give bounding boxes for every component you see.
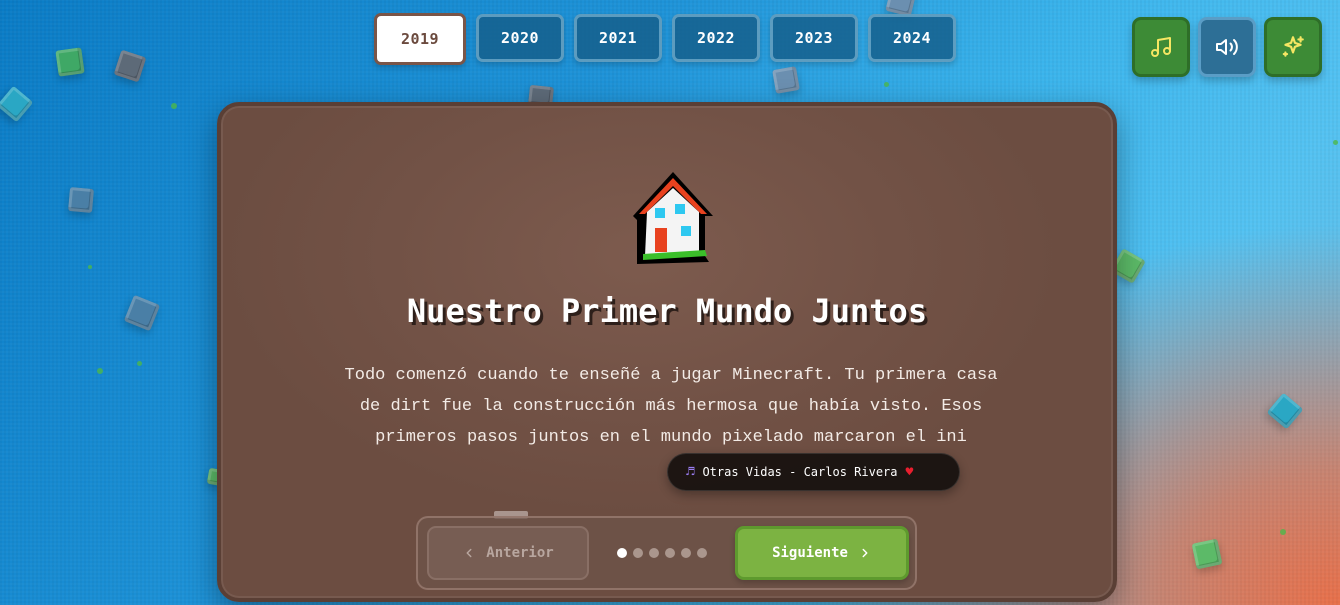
- particle-dot: [137, 361, 142, 366]
- particle-dot: [171, 103, 177, 109]
- particle-dot: [97, 368, 103, 374]
- now-playing-badge[interactable]: ♬ Otras Vidas - Carlos Rivera ♥: [667, 453, 960, 491]
- page-indicator: [617, 548, 707, 558]
- particle-dot: [1280, 529, 1286, 535]
- floating-cube: [772, 66, 800, 94]
- song-title: Otras Vidas - Carlos Rivera: [702, 465, 898, 479]
- floating-cube: [1266, 392, 1304, 430]
- page-dot[interactable]: [649, 548, 659, 558]
- particle-dot: [884, 82, 889, 87]
- effects-toggle-button[interactable]: [1264, 17, 1322, 77]
- tab-year-2020[interactable]: 2020: [476, 14, 564, 62]
- heart-icon: ♥: [905, 464, 914, 480]
- page-dot[interactable]: [633, 548, 643, 558]
- previous-label: Anterior: [486, 545, 554, 561]
- music-note-icon: ♬: [686, 464, 695, 480]
- tab-year-2024[interactable]: 2024: [868, 14, 956, 62]
- chevron-right-icon: [862, 548, 868, 558]
- memory-title: Nuestro Primer Mundo Juntos: [406, 292, 928, 330]
- floating-cube: [123, 294, 161, 332]
- music-toggle-button[interactable]: [1132, 17, 1190, 77]
- tab-year-2021[interactable]: 2021: [574, 14, 662, 62]
- sparkles-icon: [1282, 36, 1304, 57]
- music-note-icon: [1151, 37, 1171, 57]
- page-dot[interactable]: [697, 548, 707, 558]
- chevron-left-icon: [466, 548, 472, 558]
- particle-dot: [88, 265, 92, 269]
- memory-description: Todo comenzó cuando te enseñé a jugar Mi…: [344, 366, 998, 447]
- previous-button[interactable]: Anterior: [427, 526, 589, 580]
- page-dot[interactable]: [665, 548, 675, 558]
- floating-cube: [55, 47, 85, 77]
- year-tabs: 2019 2020 2021 2022 2023 2024: [374, 13, 956, 65]
- house-icon: [633, 172, 713, 264]
- floating-cube: [67, 186, 95, 214]
- next-label: Siguiente: [772, 545, 848, 561]
- floating-cube: [1191, 538, 1223, 570]
- particle-dot: [1333, 140, 1338, 145]
- speaker-icon: [1216, 39, 1238, 55]
- floating-cube: [0, 85, 34, 123]
- tab-year-2023[interactable]: 2023: [770, 14, 858, 62]
- page-dot[interactable]: [681, 548, 691, 558]
- sound-toggle-button[interactable]: [1198, 17, 1256, 77]
- card-navigation: Anterior Siguiente: [416, 516, 917, 590]
- tab-year-2022[interactable]: 2022: [672, 14, 760, 62]
- tab-year-2019[interactable]: 2019: [374, 13, 466, 65]
- floating-cube: [113, 49, 147, 83]
- next-button[interactable]: Siguiente: [735, 526, 909, 580]
- page-dot[interactable]: [617, 548, 627, 558]
